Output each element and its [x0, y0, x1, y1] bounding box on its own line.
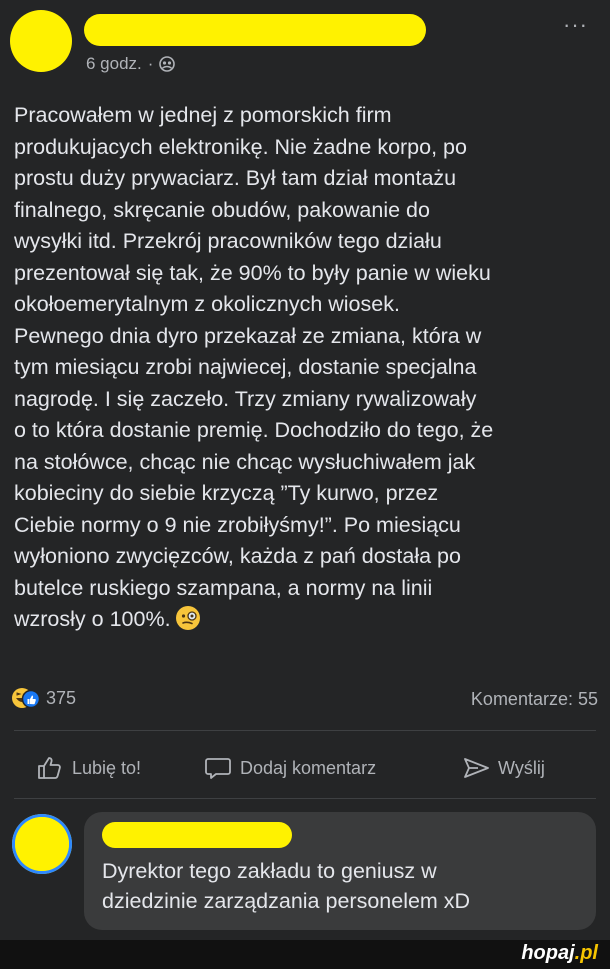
divider-bottom [14, 798, 596, 799]
audience-friends-icon[interactable] [159, 56, 176, 72]
watermark-name: hopaj [521, 942, 575, 964]
meta-separator: · [147, 54, 154, 73]
comment-text: Dyrektor tego zakładu to geniusz w dzied… [102, 859, 471, 913]
reactions-summary[interactable]: 375 [12, 686, 76, 710]
haha-like-reaction-icons [12, 688, 40, 709]
commenter-name-redacted[interactable] [102, 822, 292, 848]
thumbs-up-icon [38, 757, 61, 779]
watermark-tld: .pl [574, 942, 598, 964]
comment-label: Dodaj komentarz [240, 757, 377, 778]
send-arrow-icon [464, 758, 489, 778]
post-card: 6 godz. · ··· Pracowałem w jednej z pomo… [0, 0, 610, 940]
face-with-monocle-emoji-icon [175, 606, 200, 630]
post-body: Pracowałem w jednej z pomorskich firm pr… [14, 103, 494, 631]
like-button[interactable]: Lubię to! [36, 754, 141, 782]
action-bar: Lubię to! Dodaj komentarz Wyślij [0, 748, 610, 790]
comment-bubble-icon [205, 758, 231, 779]
post-meta: 6 godz. · [86, 54, 176, 74]
post-text: Pracowałem w jednej z pomorskich firm pr… [14, 100, 594, 636]
send-label: Wyślij [498, 757, 545, 778]
divider-top [14, 730, 596, 731]
footer-bar [0, 940, 610, 969]
comment-button[interactable]: Dodaj komentarz [204, 754, 376, 782]
like-label: Lubię to! [72, 757, 142, 778]
more-options-button[interactable]: ··· [563, 12, 588, 38]
author-name-redacted[interactable] [84, 14, 426, 46]
site-watermark: hopaj.pl [521, 942, 598, 965]
reaction-count: 375 [46, 687, 77, 708]
post-time[interactable]: 6 godz. [86, 54, 142, 74]
send-button[interactable]: Wyślij [462, 754, 545, 782]
comments-count-link[interactable]: Komentarze: 55 [471, 689, 598, 710]
commenter-avatar-redacted[interactable] [12, 814, 72, 874]
author-avatar-redacted[interactable] [10, 10, 72, 72]
comment-bubble: Dyrektor tego zakładu to geniusz w dzied… [84, 812, 596, 930]
